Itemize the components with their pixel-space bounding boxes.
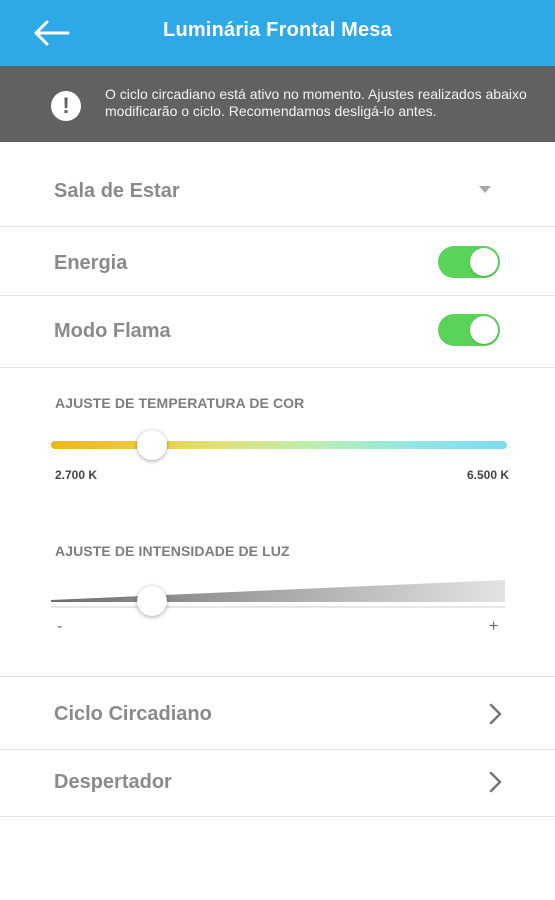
temperature-title: AJUSTE DE TEMPERATURA DE COR [55, 395, 305, 411]
alarm-clock-label: Despertador [54, 771, 172, 793]
room-label: Sala de Estar [54, 180, 180, 202]
alarm-clock-item[interactable]: Despertador [0, 749, 555, 817]
intensity-max-label: + [489, 618, 499, 635]
app-header: Luminária Frontal Mesa [0, 0, 555, 66]
energy-label: Energia [54, 252, 128, 274]
intensity-title: AJUSTE DE INTENSIDADE DE LUZ [55, 543, 290, 559]
flame-mode-label: Modo Flama [54, 320, 171, 342]
chevron-down-icon[interactable] [479, 186, 491, 193]
toggle-knob [470, 248, 498, 276]
room-selector[interactable]: Sala de Estar [0, 142, 555, 227]
flame-mode-row: Modo Flama [0, 296, 555, 368]
temperature-max-label: 6.500 K [467, 468, 510, 482]
toggle-knob [470, 316, 498, 344]
temperature-slider-knob[interactable] [137, 430, 167, 460]
circadian-cycle-item[interactable]: Ciclo Circadiano [0, 676, 555, 750]
chevron-right-icon [489, 771, 502, 793]
warning-text: O ciclo circadiano está ativo no momento… [105, 86, 527, 119]
intensity-slider-knob[interactable] [137, 586, 167, 616]
intensity-min-label: - [57, 618, 63, 635]
energy-toggle[interactable] [438, 246, 500, 278]
intensity-slider-track[interactable] [51, 578, 507, 610]
circadian-cycle-label: Ciclo Circadiano [54, 703, 212, 725]
energy-row: Energia [0, 227, 555, 296]
flame-mode-toggle[interactable] [438, 314, 500, 346]
exclamation-icon: ! [51, 91, 81, 121]
temperature-min-label: 2.700 K [55, 468, 98, 482]
chevron-right-icon [489, 703, 502, 725]
temperature-slider-track[interactable] [51, 441, 507, 449]
page-title: Luminária Frontal Mesa [163, 19, 392, 41]
